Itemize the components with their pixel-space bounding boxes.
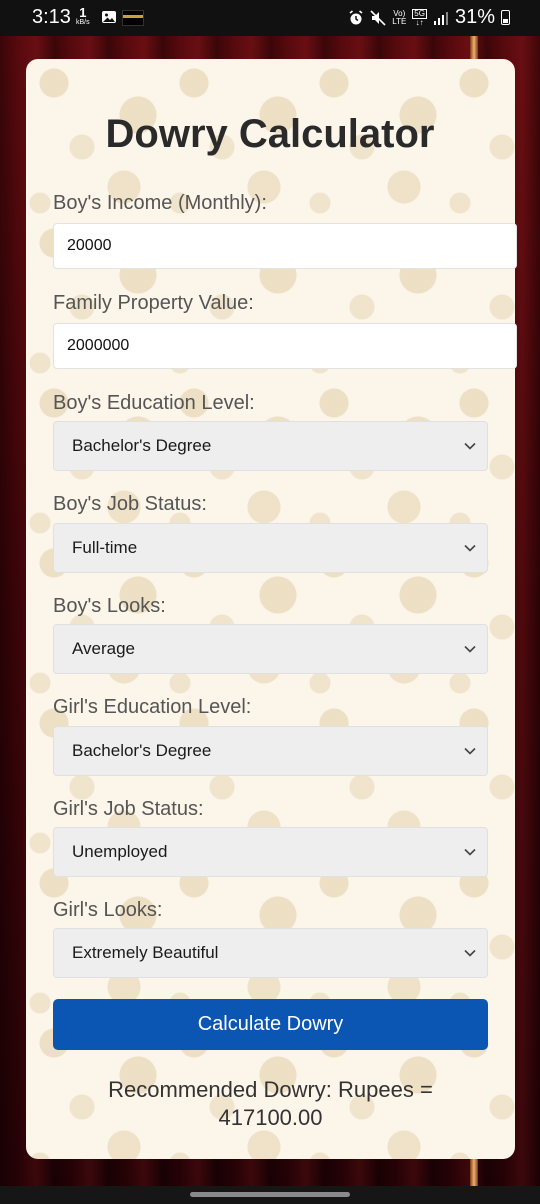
chevron-down-icon (464, 848, 476, 856)
calculate-dowry-button[interactable]: Calculate Dowry (53, 999, 488, 1050)
boys-income-label: Boy's Income (Monthly): (53, 192, 267, 214)
girls-education-value: Bachelor's Degree (72, 741, 212, 760)
gallery-icon (102, 11, 116, 23)
boys-looks-label: Boy's Looks: (53, 595, 166, 617)
girls-looks-select[interactable]: Extremely Beautiful (53, 928, 488, 978)
page-title: Dowry Calculator (105, 112, 435, 156)
girls-job-value: Unemployed (72, 842, 168, 861)
boys-education-select[interactable]: Bachelor's Degree (53, 421, 488, 471)
chevron-down-icon (464, 645, 476, 653)
battery-percentage: 31% (454, 6, 495, 28)
status-time: 3:13 (32, 6, 71, 28)
alarm-icon (349, 9, 363, 24)
result-text: Recommended Dowry: Rupees = 417100.00 (53, 1076, 488, 1132)
chevron-down-icon (464, 442, 476, 450)
5g-indicator: 5G ↓↑ (412, 8, 427, 27)
status-bar: 3:13 1 kB/s Vo) LTE 5G ↓↑ 31% (0, 0, 540, 36)
girls-education-label: Girl's Education Level: (53, 696, 252, 718)
mute-icon (370, 9, 386, 26)
battery-icon (501, 10, 510, 25)
chevron-down-icon (464, 747, 476, 755)
chevron-down-icon (464, 949, 476, 957)
status-right-icons: Vo) LTE 5G ↓↑ 31% (348, 6, 510, 29)
boys-education-label: Boy's Education Level: (53, 392, 255, 414)
result-label: Recommended Dowry: Rupees = (108, 1077, 433, 1102)
boys-job-value: Full-time (72, 538, 138, 557)
girls-job-label: Girl's Job Status: (53, 798, 204, 820)
gold-strip-bottom (470, 1159, 478, 1186)
app-notification-icon (122, 10, 144, 26)
home-gesture-handle[interactable] (190, 1192, 350, 1197)
data-arrows: ↓↑ (415, 17, 424, 27)
boys-looks-value: Average (72, 639, 136, 658)
family-property-input[interactable] (53, 323, 517, 369)
boys-job-select[interactable]: Full-time (53, 523, 488, 573)
girls-job-select[interactable]: Unemployed (53, 827, 488, 877)
5g-label: 5G (412, 8, 427, 19)
family-property-label: Family Property Value: (53, 292, 254, 314)
network-speed-value: 1 (79, 5, 87, 20)
boys-income-input[interactable] (53, 223, 517, 269)
result-amount: 417100.00 (218, 1105, 323, 1130)
gold-strip-top (470, 36, 478, 60)
girls-education-select[interactable]: Bachelor's Degree (53, 726, 488, 776)
boys-looks-select[interactable]: Average (53, 624, 488, 674)
boys-education-value: Bachelor's Degree (72, 436, 212, 455)
network-speed-unit: kB/s (76, 19, 90, 26)
volte-indicator: Vo) LTE (392, 9, 407, 26)
network-speed: 1 kB/s (76, 6, 90, 26)
girls-looks-value: Extremely Beautiful (72, 943, 219, 962)
lte-label: LTE (392, 16, 407, 26)
signal-icon (433, 11, 448, 25)
boys-job-label: Boy's Job Status: (53, 493, 207, 515)
girls-looks-label: Girl's Looks: (53, 899, 163, 921)
chevron-down-icon (464, 544, 476, 552)
